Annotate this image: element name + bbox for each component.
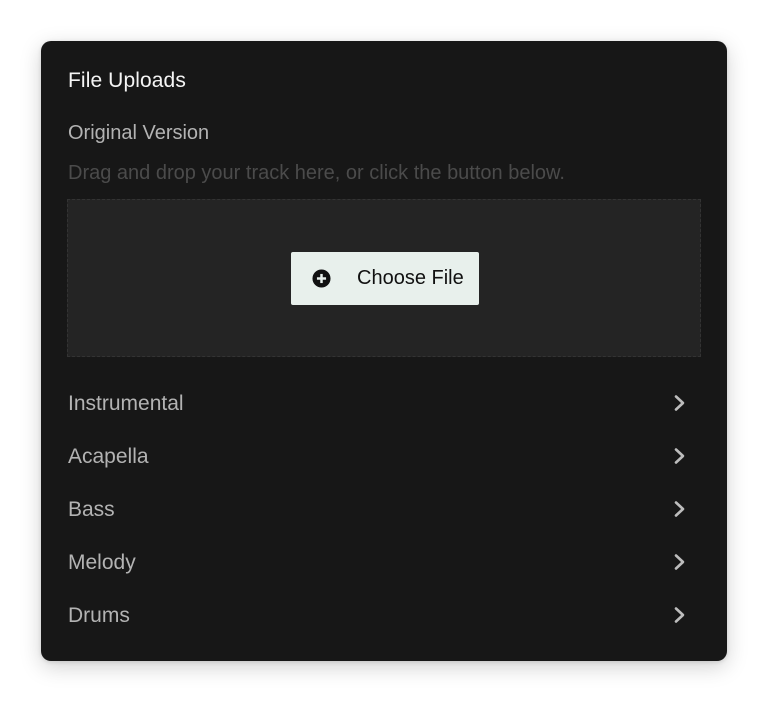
plus-circle-icon xyxy=(312,269,331,288)
file-uploads-panel: File Uploads Original Version Drag and d… xyxy=(41,41,727,661)
stem-label: Acapella xyxy=(68,445,149,468)
chevron-right-icon xyxy=(674,448,685,464)
original-version-label: Original Version xyxy=(68,122,210,144)
stem-label: Bass xyxy=(68,498,115,521)
dropzone-hint: Drag and drop your track here, or click … xyxy=(68,162,565,184)
chevron-right-icon xyxy=(674,395,685,411)
stem-row-bass[interactable]: Bass xyxy=(41,485,727,538)
stem-row-acapella[interactable]: Acapella xyxy=(41,432,727,485)
chevron-right-icon xyxy=(674,501,685,517)
chevron-right-icon xyxy=(674,554,685,570)
choose-file-label: Choose File xyxy=(357,267,464,289)
stem-row-drums[interactable]: Drums xyxy=(41,591,727,644)
stem-upload-list: Instrumental Acapella Bass Melody Drums xyxy=(41,379,727,644)
panel-title: File Uploads xyxy=(68,69,186,92)
choose-file-button[interactable]: Choose File xyxy=(291,252,479,305)
chevron-right-icon xyxy=(674,607,685,623)
stem-label: Instrumental xyxy=(68,392,184,415)
file-dropzone[interactable]: Choose File xyxy=(67,199,701,357)
stem-row-melody[interactable]: Melody xyxy=(41,538,727,591)
stem-label: Melody xyxy=(68,551,136,574)
stem-row-instrumental[interactable]: Instrumental xyxy=(41,379,727,432)
stem-label: Drums xyxy=(68,604,130,627)
